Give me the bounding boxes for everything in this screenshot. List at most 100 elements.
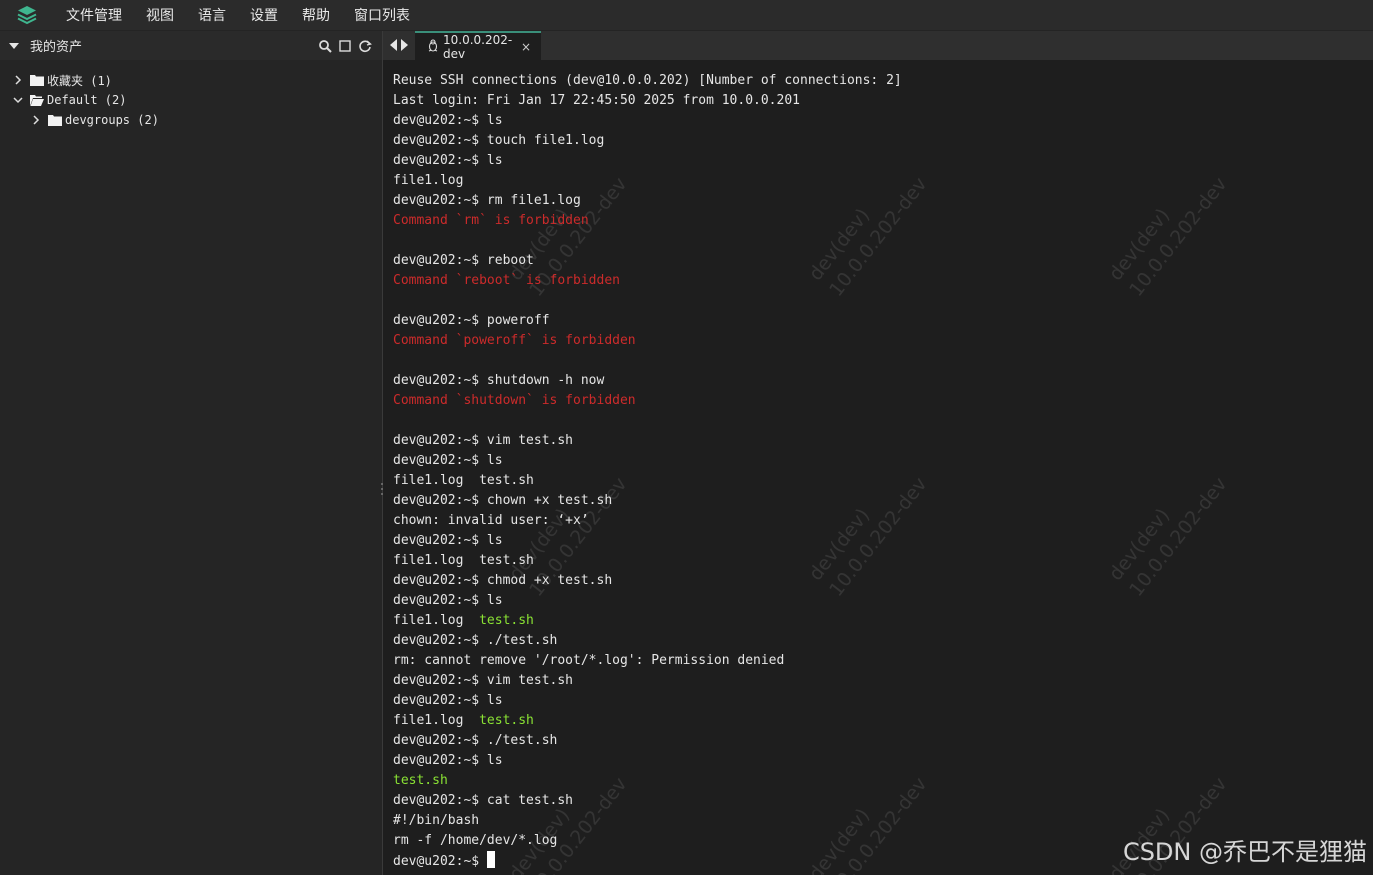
terminal-line: file1.log test.sh <box>393 611 902 631</box>
refresh-icon[interactable] <box>358 39 372 53</box>
tab-bar: 10.0.0.202-dev × <box>383 31 1373 61</box>
terminal-line: dev@u202:~$ cat test.sh <box>393 791 902 811</box>
terminal-line-text: dev@u202:~$ ls <box>393 593 503 608</box>
terminal-line-text: dev@u202:~$ vim test.sh <box>393 673 574 688</box>
tree-item-label: devgroups (2) <box>65 113 159 127</box>
terminal-view[interactable]: dev(dev) 10.0.0.202-dev dev(dev) 10.0.0.202… <box>383 60 1373 875</box>
menu-settings[interactable]: 设置 <box>250 5 278 25</box>
menu-file-management[interactable]: 文件管理 <box>66 5 122 25</box>
assets-header: 我的资产 <box>0 31 382 60</box>
terminal-line-text: Command `shutdown` is forbidden <box>393 393 636 408</box>
terminal-line: rm -f /home/dev/*.log <box>393 831 902 851</box>
executable-file-name: test.sh <box>479 613 534 628</box>
terminal-line-text: Command `reboot` is forbidden <box>393 273 620 288</box>
folder-icon <box>48 115 62 126</box>
terminal-line: Command `reboot` is forbidden <box>393 271 902 291</box>
terminal-line: dev@u202:~$ rm file1.log <box>393 191 902 211</box>
terminal-line-text: dev@u202:~$ ls <box>393 753 503 768</box>
search-icon[interactable] <box>318 39 332 53</box>
terminal-line: dev@u202:~$ ls <box>393 691 902 711</box>
terminal-line: dev@u202:~$ touch file1.log <box>393 131 902 151</box>
terminal-line-text: dev@u202:~$ reboot <box>393 253 534 268</box>
terminal-line-text: Command `rm` is forbidden <box>393 213 589 228</box>
terminal-line: dev@u202:~$ shutdown -h now <box>393 371 902 391</box>
terminal-line: test.sh <box>393 771 902 791</box>
menu-language[interactable]: 语言 <box>198 5 226 25</box>
tab-scroll-right-icon[interactable] <box>400 36 409 55</box>
terminal-line-text: file1.log test.sh <box>393 553 534 568</box>
watermark-host: 10.0.0.202-dev <box>1125 173 1232 301</box>
terminal-line-text: file1.log <box>393 713 480 728</box>
terminal-line-text: dev@u202:~$ ls <box>393 153 503 168</box>
terminal-line-text: chown: invalid user: ‘+x’ <box>393 513 589 528</box>
watermark: dev(dev) 10.0.0.202-dev <box>1103 156 1233 302</box>
terminal-line-text: dev@u202:~$ ls <box>393 693 503 708</box>
terminal-line: dev@u202:~$ chmod +x test.sh <box>393 571 902 591</box>
tree-item-default[interactable]: Default (2) <box>0 90 382 110</box>
terminal-line-text: rm -f /home/dev/*.log <box>393 833 558 848</box>
asset-tree: 收藏夹 (1) Default (2) devgroups (2) <box>0 60 382 130</box>
terminal-line: chown: invalid user: ‘+x’ <box>393 511 902 531</box>
tree-item-devgroups[interactable]: devgroups (2) <box>0 110 382 130</box>
terminal-line-text: dev@u202:~$ vim test.sh <box>393 433 574 448</box>
terminal-line: dev@u202:~$ <box>393 851 902 871</box>
terminal-line: rm: cannot remove '/root/*.log': Permiss… <box>393 651 902 671</box>
terminal-line: file1.log <box>393 171 902 191</box>
terminal-line: dev@u202:~$ ./test.sh <box>393 631 902 651</box>
tree-item-label: Default (2) <box>47 93 127 107</box>
executable-file-name: test.sh <box>479 713 534 728</box>
terminal-line-text: #!/bin/bash <box>393 813 480 828</box>
menu-view[interactable]: 视图 <box>146 5 174 25</box>
stack-layers-icon[interactable] <box>14 2 40 28</box>
watermark-user: dev(dev) <box>1104 204 1175 285</box>
terminal-line-text: dev@u202:~$ ls <box>393 533 503 548</box>
terminal-line-text: dev@u202:~$ cat test.sh <box>393 793 574 808</box>
menu-help[interactable]: 帮助 <box>302 5 330 25</box>
chevron-right-icon[interactable] <box>12 74 24 86</box>
terminal-line-text: dev@u202:~$ ./test.sh <box>393 633 558 648</box>
terminal-output: Reuse SSH connections (dev@10.0.0.202) [… <box>393 71 902 871</box>
terminal-line-text: dev@u202:~$ poweroff <box>393 313 550 328</box>
terminal-line-text: dev@u202:~$ chown +x test.sh <box>393 493 613 508</box>
terminal-line: Command `shutdown` is forbidden <box>393 391 902 411</box>
terminal-line: dev@u202:~$ ls <box>393 451 902 471</box>
terminal-line: dev@u202:~$ reboot <box>393 251 902 271</box>
folder-open-icon <box>30 95 44 106</box>
tab-label: 10.0.0.202-dev <box>443 32 513 61</box>
terminal-line: #!/bin/bash <box>393 811 902 831</box>
watermark-host: 10.0.0.202-dev <box>1125 473 1232 601</box>
assets-title: 我的资产 <box>30 40 83 55</box>
terminal-line: dev@u202:~$ vim test.sh <box>393 671 902 691</box>
terminal-line: dev@u202:~$ ls <box>393 591 902 611</box>
terminal-line-text: file1.log test.sh <box>393 473 534 488</box>
watermark-user: dev(dev) <box>1104 504 1175 585</box>
terminal-line: dev@u202:~$ ls <box>393 151 902 171</box>
terminal-line: dev@u202:~$ ls <box>393 111 902 131</box>
tab-scroll-left-icon[interactable] <box>389 36 398 55</box>
tab-session[interactable]: 10.0.0.202-dev × <box>415 31 541 61</box>
menu-bar: 文件管理 视图 语言 设置 帮助 窗口列表 <box>0 0 1373 31</box>
linux-penguin-icon <box>427 38 439 55</box>
close-icon[interactable]: × <box>521 40 531 54</box>
menu-window-list[interactable]: 窗口列表 <box>354 5 410 25</box>
terminal-line-text: Last login: Fri Jan 17 22:45:50 2025 fro… <box>393 93 800 108</box>
collapse-all-icon[interactable] <box>338 39 352 53</box>
tree-item-favorites[interactable]: 收藏夹 (1) <box>0 70 382 90</box>
terminal-line: Command `rm` is forbidden <box>393 211 902 231</box>
assets-panel: 我的资产 收藏夹 (1) Default (2) devgroups (2) <box>0 31 383 875</box>
chevron-right-icon[interactable] <box>30 114 42 126</box>
terminal-line-text: dev@u202:~$ ls <box>393 113 503 128</box>
chevron-down-icon[interactable] <box>12 94 24 106</box>
folder-icon <box>30 75 44 86</box>
csdn-credit: CSDN @乔巴不是狸猫 <box>1122 838 1367 866</box>
terminal-line-text: Reuse SSH connections (dev@10.0.0.202) [… <box>393 73 902 88</box>
caret-down-icon[interactable] <box>8 40 20 52</box>
terminal-line-text: dev@u202:~$ shutdown -h now <box>393 373 605 388</box>
terminal-line-text: dev@u202:~$ chmod +x test.sh <box>393 573 613 588</box>
terminal-line: file1.log test.sh <box>393 711 902 731</box>
watermark: dev(dev) 10.0.0.202-dev <box>1103 456 1233 602</box>
